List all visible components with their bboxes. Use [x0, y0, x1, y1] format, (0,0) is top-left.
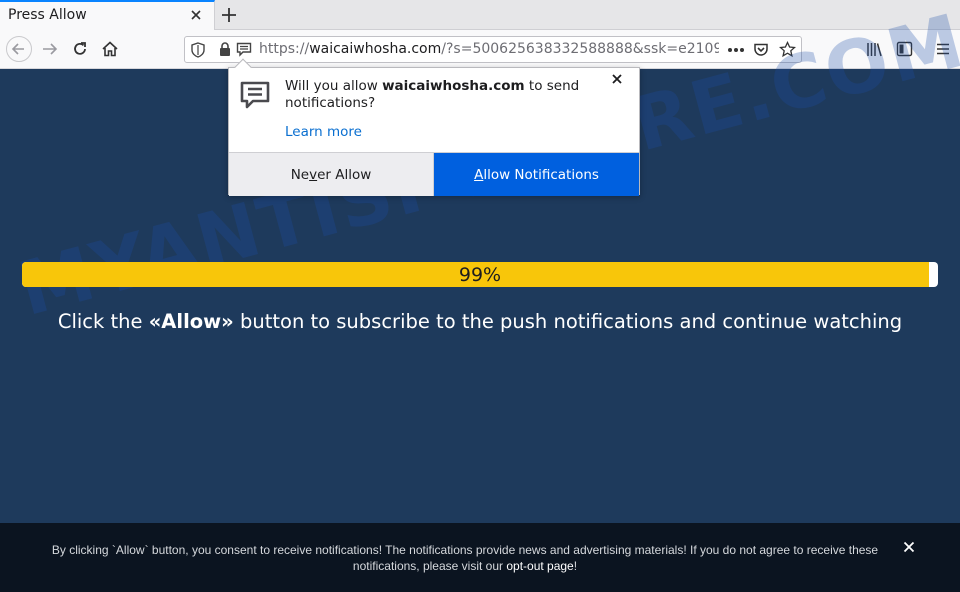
close-icon[interactable] — [188, 7, 204, 23]
home-icon — [102, 41, 118, 57]
reload-button[interactable] — [68, 38, 92, 60]
tab-title: Press Allow — [8, 7, 87, 23]
new-tab-icon[interactable] — [219, 5, 239, 25]
url-domain: waicaiwhosha.com — [309, 41, 442, 57]
learn-more-link[interactable]: Learn more — [285, 124, 362, 140]
home-button[interactable] — [98, 38, 122, 60]
forward-button[interactable] — [38, 38, 62, 60]
url-prefix: https:// — [259, 41, 310, 57]
nav-toolbar: https://waicaiwhosha.com/?s=500625638332… — [0, 30, 960, 69]
instruction-text: Click the «Allow» button to subscribe to… — [0, 310, 960, 333]
instruction-post: button to subscribe to the push notifica… — [233, 310, 903, 333]
consent-bar: By clicking `Allow` button, you consent … — [0, 523, 960, 592]
sidebar-icon[interactable] — [896, 41, 913, 57]
shield-icon[interactable] — [191, 42, 205, 58]
notification-permission-icon[interactable] — [236, 42, 252, 57]
popup-message-pre: Will you allow — [285, 78, 383, 94]
consent-main-text: By clicking `Allow` button, you consent … — [51, 543, 879, 573]
tab-active[interactable]: Press Allow — [0, 0, 215, 30]
url-text[interactable]: https://waicaiwhosha.com/?s=500625638332… — [259, 41, 719, 57]
notification-chat-icon — [240, 81, 270, 109]
back-button[interactable] — [6, 36, 32, 62]
never-allow-post: er Allow — [317, 166, 372, 183]
instruction-allow: «Allow» — [148, 310, 234, 333]
never-allow-button[interactable]: Ne v er Allow — [229, 153, 434, 196]
popup-message-domain: waicaiwhosha.com — [382, 78, 525, 94]
notification-permission-popup: Will you allow waicaiwhosha.com to send … — [228, 58, 640, 196]
never-allow-accesskey: v — [309, 166, 318, 183]
allow-accesskey: A — [474, 166, 484, 183]
progress-label: 99% — [458, 264, 502, 286]
never-allow-pre: Ne — [290, 166, 310, 183]
tab-strip: Press Allow — [0, 0, 960, 30]
more-actions-icon[interactable] — [727, 47, 745, 53]
opt-out-link[interactable]: opt-out page — [506, 559, 573, 573]
hamburger-menu-icon[interactable] — [936, 42, 950, 56]
allow-label-rest: llow Notifications — [483, 166, 599, 183]
allow-notifications-button[interactable]: Allow Notifications — [434, 153, 639, 196]
consent-end: ! — [573, 559, 578, 573]
bookmark-star-icon[interactable] — [779, 41, 796, 58]
close-icon[interactable] — [902, 540, 916, 554]
progress-bar: 99% — [22, 262, 938, 287]
library-icon[interactable] — [866, 41, 883, 58]
popup-message: Will you allow waicaiwhosha.com to send … — [285, 78, 605, 112]
consent-text: By clicking `Allow` button, you consent … — [30, 542, 900, 574]
pocket-icon[interactable] — [753, 42, 769, 58]
popup-button-row: Ne v er Allow Allow Notifications — [229, 152, 639, 196]
reload-icon — [74, 42, 86, 55]
back-arrow-icon — [11, 43, 24, 55]
close-icon[interactable] — [610, 72, 624, 86]
url-bar[interactable]: https://waicaiwhosha.com/?s=500625638332… — [184, 36, 802, 63]
forward-arrow-icon — [43, 43, 58, 55]
instruction-pre: Click the — [57, 310, 149, 333]
url-path: /?s=500625638332588888&ssk=e2109 — [441, 41, 719, 57]
lock-icon[interactable] — [219, 42, 231, 57]
